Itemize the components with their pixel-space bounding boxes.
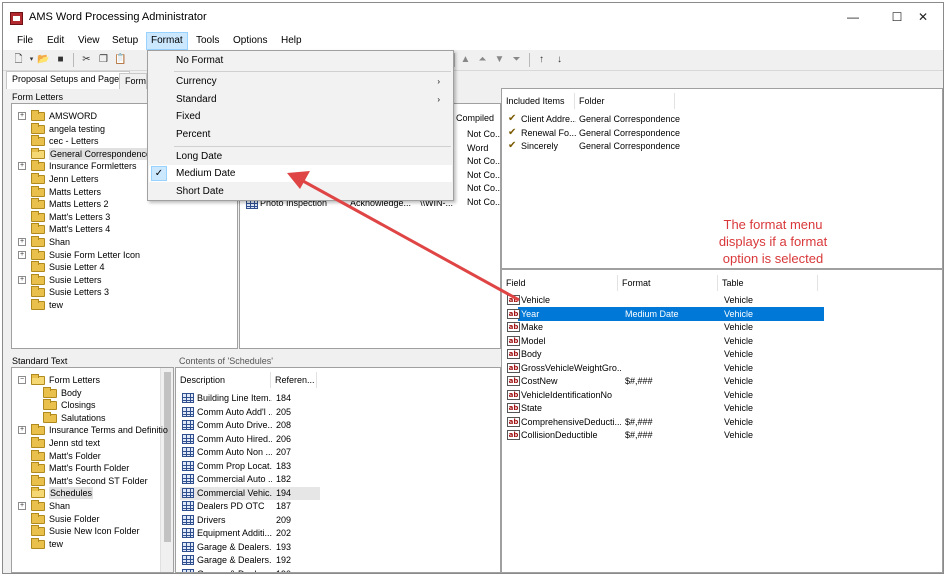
app-window: AMS Word Processing Administrator — ☐ ✕ … [2, 2, 944, 574]
annotation-arrow-icon [287, 171, 520, 302]
